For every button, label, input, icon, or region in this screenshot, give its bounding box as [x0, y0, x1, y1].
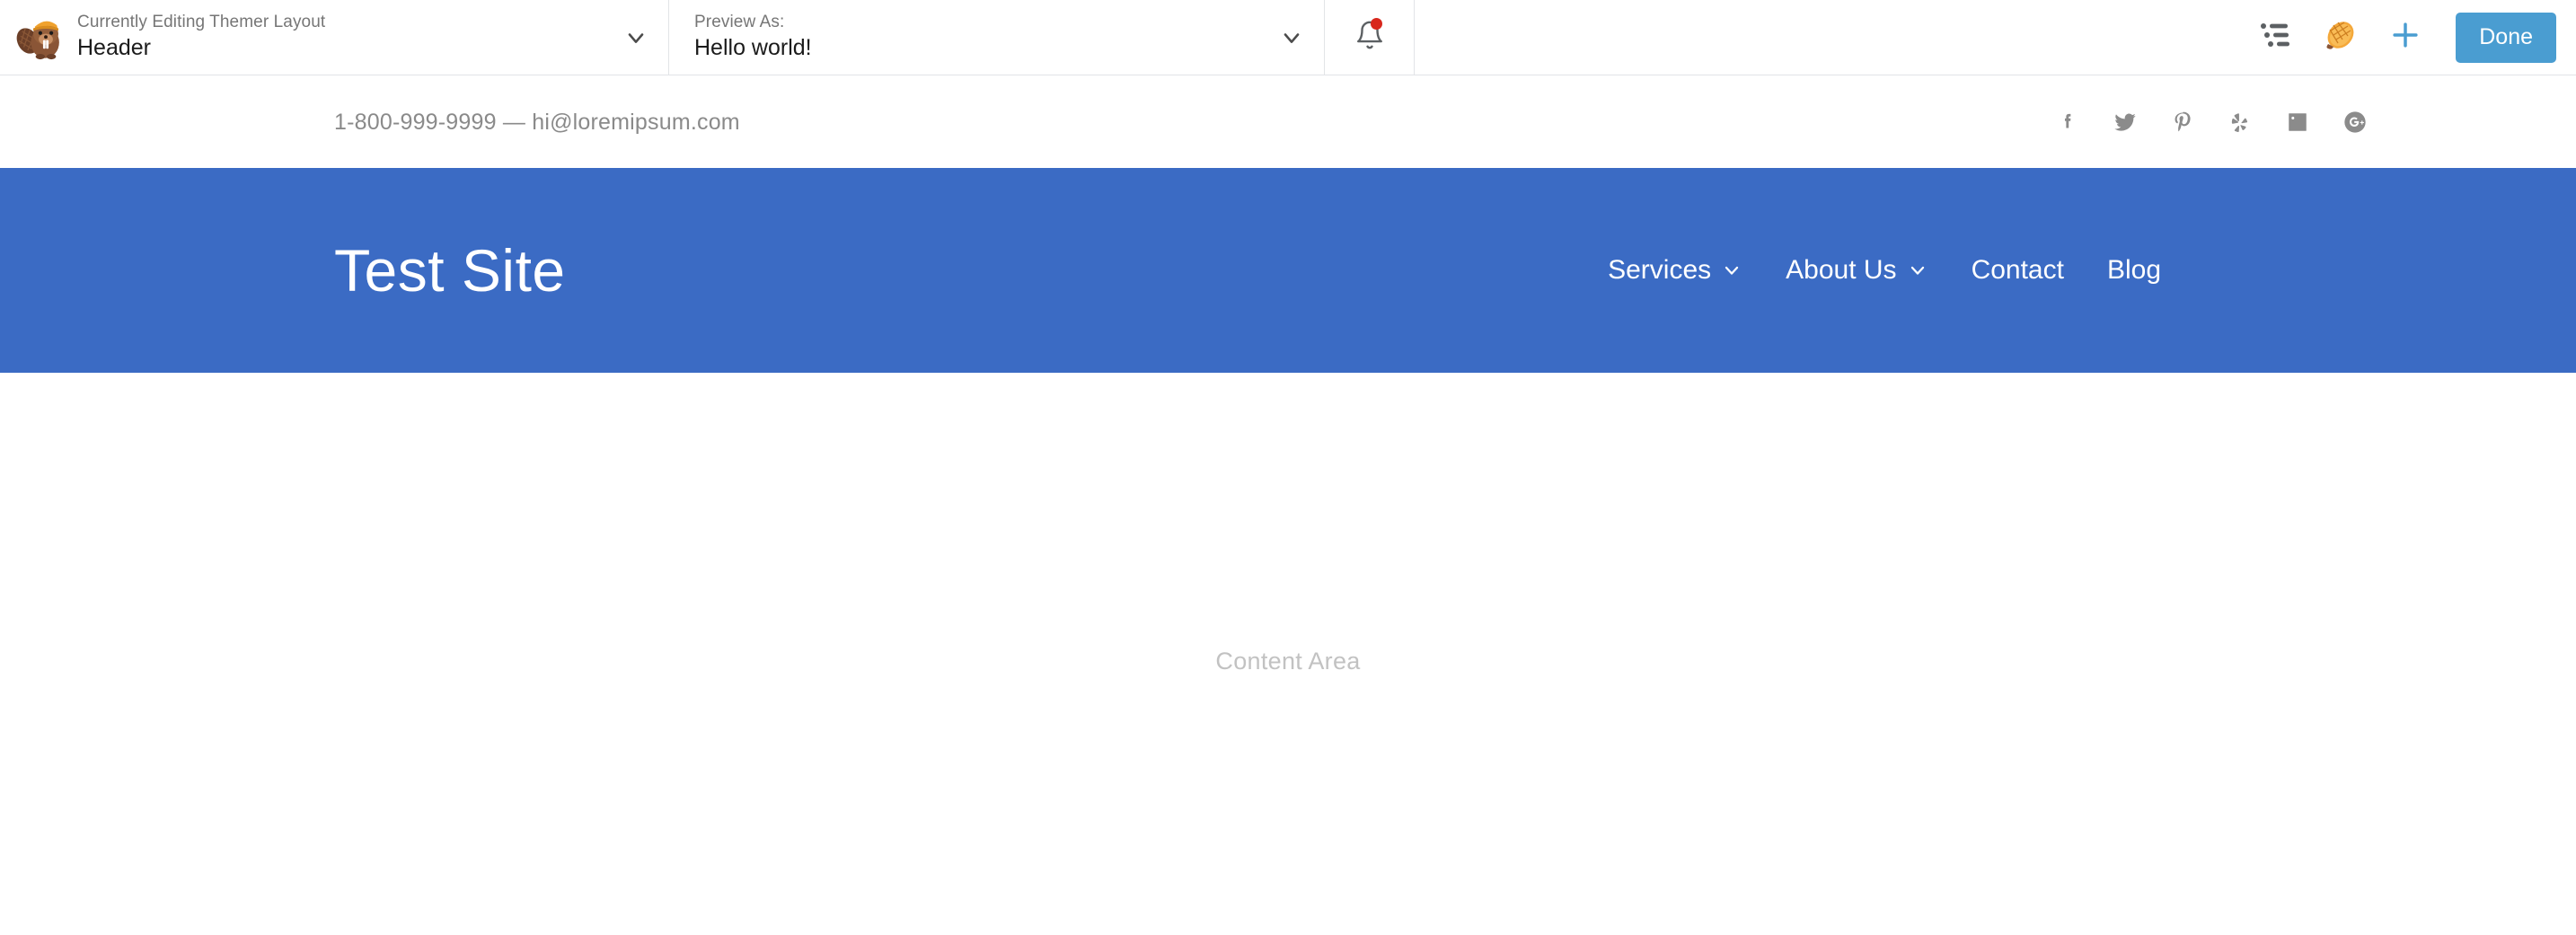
notification-badge-dot — [1371, 18, 1382, 30]
site-title[interactable]: Test Site — [334, 241, 566, 300]
facebook-icon[interactable] — [2054, 109, 2081, 136]
tools-button[interactable] — [2308, 0, 2373, 75]
preview-as-dropdown[interactable]: Preview As: Hello world! — [669, 0, 1325, 75]
preview-dropdown-value: Hello world! — [694, 35, 812, 61]
nav-item-blog[interactable]: Blog — [2086, 255, 2183, 286]
preview-dropdown-text: Preview As: Hello world! — [694, 12, 1279, 62]
nav-item-services[interactable]: Services — [1586, 255, 1764, 286]
chevron-down-icon — [1907, 260, 1928, 281]
done-button[interactable]: Done — [2456, 12, 2556, 63]
plus-icon — [2388, 18, 2422, 57]
site-topbar: 1-800-999-9999 — hi@loremipsum.com — [0, 76, 2576, 168]
chevron-down-icon — [1721, 260, 1742, 281]
pinterest-icon[interactable] — [2169, 109, 2196, 136]
linkedin-icon[interactable] — [2284, 109, 2311, 136]
chevron-down-icon — [1279, 25, 1304, 50]
nav-item-contact[interactable]: Contact — [1950, 255, 2086, 286]
topbar-contact-info: 1-800-999-9999 — hi@loremipsum.com — [334, 109, 740, 135]
main-navigation: Services About Us Contact Blog — [1586, 255, 2576, 286]
content-area[interactable]: Content Area — [0, 373, 2576, 935]
chevron-down-icon — [623, 25, 648, 50]
nav-item-label: About Us — [1786, 255, 1897, 285]
nav-item-label: Contact — [1971, 255, 2064, 285]
google-plus-icon[interactable] — [2342, 109, 2369, 136]
admin-bar-spacer — [1415, 0, 2244, 75]
beaver-tail-tools-icon — [2323, 17, 2359, 57]
add-content-button[interactable] — [2373, 0, 2438, 75]
preview-dropdown-label: Preview As: — [694, 13, 785, 32]
twitter-icon[interactable] — [2112, 109, 2139, 136]
currently-editing-layout-dropdown[interactable]: Currently Editing Themer Layout Header — [0, 0, 669, 75]
nav-item-about-us[interactable]: About Us — [1764, 255, 1949, 286]
outline-list-icon — [2260, 20, 2292, 55]
layout-dropdown-label: Currently Editing Themer Layout — [77, 13, 326, 32]
site-header-bar: Test Site Services About Us Contact Blog — [0, 168, 2576, 373]
layout-dropdown-value: Header — [77, 35, 151, 61]
outline-button[interactable] — [2244, 0, 2308, 75]
nav-item-label: Services — [1608, 255, 1712, 285]
social-links — [2054, 109, 2486, 136]
yelp-icon[interactable] — [2227, 109, 2254, 136]
nav-item-label: Blog — [2106, 255, 2161, 285]
beaver-builder-admin-bar: Currently Editing Themer Layout Header P… — [0, 0, 2576, 75]
admin-bar-actions: Done — [2244, 0, 2576, 75]
beaver-builder-logo-icon — [14, 13, 65, 63]
content-area-placeholder: Content Area — [1215, 647, 1361, 675]
notifications-button[interactable] — [1325, 0, 1415, 75]
layout-dropdown-text: Currently Editing Themer Layout Header — [77, 12, 623, 62]
